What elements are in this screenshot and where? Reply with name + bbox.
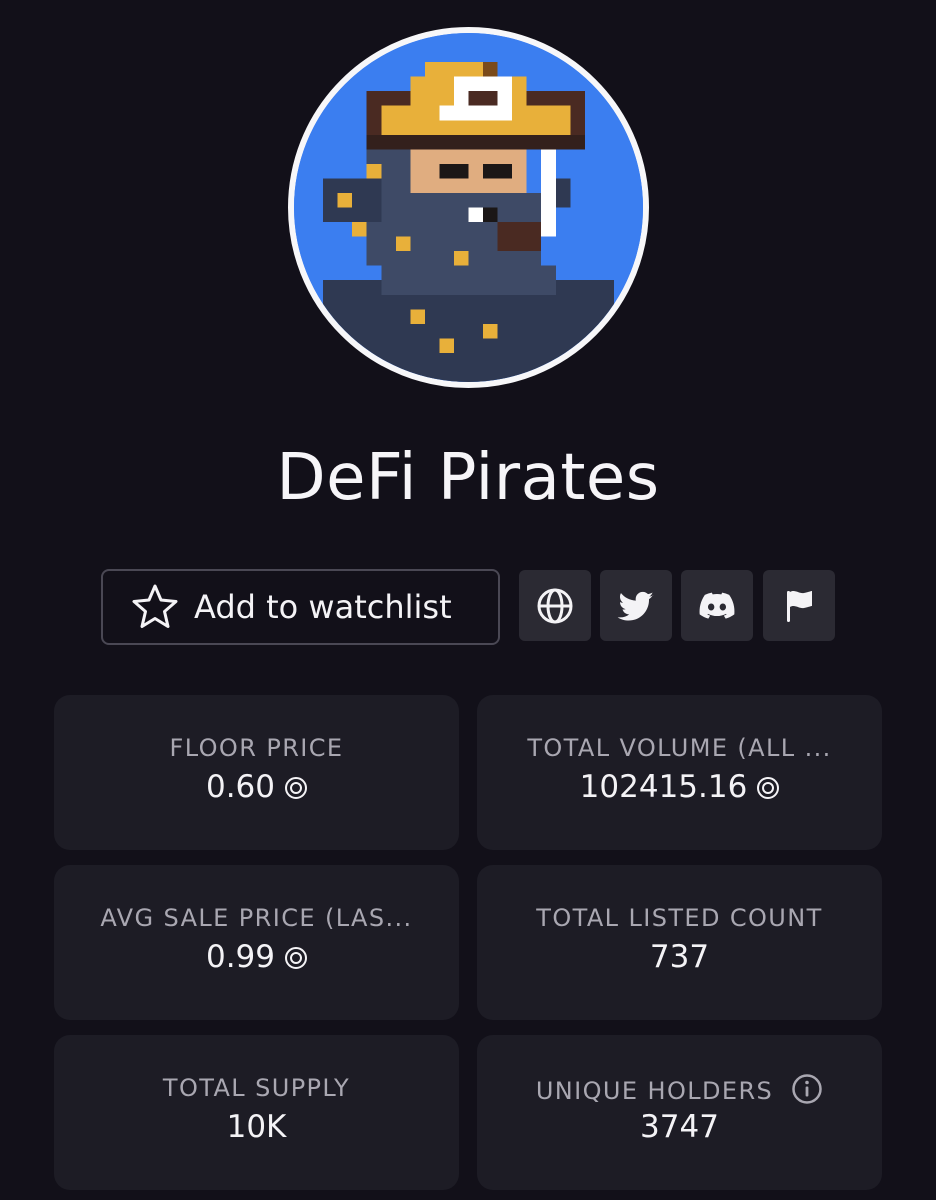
stat-card-total-listed-count: TOTAL LISTED COUNT 737 [477,865,882,1020]
stat-value: 737 [477,938,882,976]
stat-card-floor-price: FLOOR PRICE 0.60 [54,695,459,850]
stat-card-total-supply: TOTAL SUPPLY 10K [54,1035,459,1190]
stat-label: TOTAL VOLUME (ALL ... [527,734,832,762]
stat-label: AVG SALE PRICE (LAS... [100,904,413,932]
stat-number: 3747 [640,1109,719,1145]
stat-value: 102415.16 [477,768,882,806]
stat-value: 0.60 [54,768,459,806]
stat-card-total-volume: TOTAL VOLUME (ALL ... 102415.16 [477,695,882,850]
website-link-button[interactable] [519,570,591,641]
collection-avatar [288,27,649,388]
stat-number: 737 [649,939,710,975]
stat-number: 0.99 [205,939,276,975]
stat-value: 10K [54,1108,459,1146]
stat-value: 3747 [477,1108,882,1146]
stat-label: FLOOR PRICE [169,734,344,762]
flag-icon [787,590,812,622]
add-to-watchlist-button[interactable]: Add to watchlist [101,569,500,645]
stat-number: 102415.16 [579,769,748,805]
stat-label: UNIQUE HOLDERS [489,1073,870,1106]
twitter-icon [617,591,654,620]
report-flag-button[interactable] [763,570,835,641]
collection-title: DeFi Pirates [276,441,660,515]
info-icon[interactable] [791,1073,823,1105]
watchlist-label: Add to watchlist [194,588,452,626]
globe-icon [537,588,573,623]
discord-link-button[interactable] [681,570,753,641]
solana-icon [757,777,780,799]
star-icon [132,584,178,628]
stat-label: TOTAL SUPPLY [162,1074,351,1102]
solana-icon [285,777,308,799]
twitter-link-button[interactable] [600,570,672,641]
stat-number: 0.60 [205,769,276,805]
solana-icon [285,947,308,969]
pixel-pirate-avatar-icon [294,33,643,382]
stat-label: TOTAL LISTED COUNT [536,904,823,932]
stat-card-unique-holders: UNIQUE HOLDERS 3747 [477,1035,882,1190]
stat-number: 10K [226,1109,287,1145]
stat-value: 0.99 [54,938,459,976]
stat-card-avg-sale-price: AVG SALE PRICE (LAS... 0.99 [54,865,459,1020]
stat-label-text: UNIQUE HOLDERS [535,1077,774,1105]
discord-icon [699,592,735,619]
